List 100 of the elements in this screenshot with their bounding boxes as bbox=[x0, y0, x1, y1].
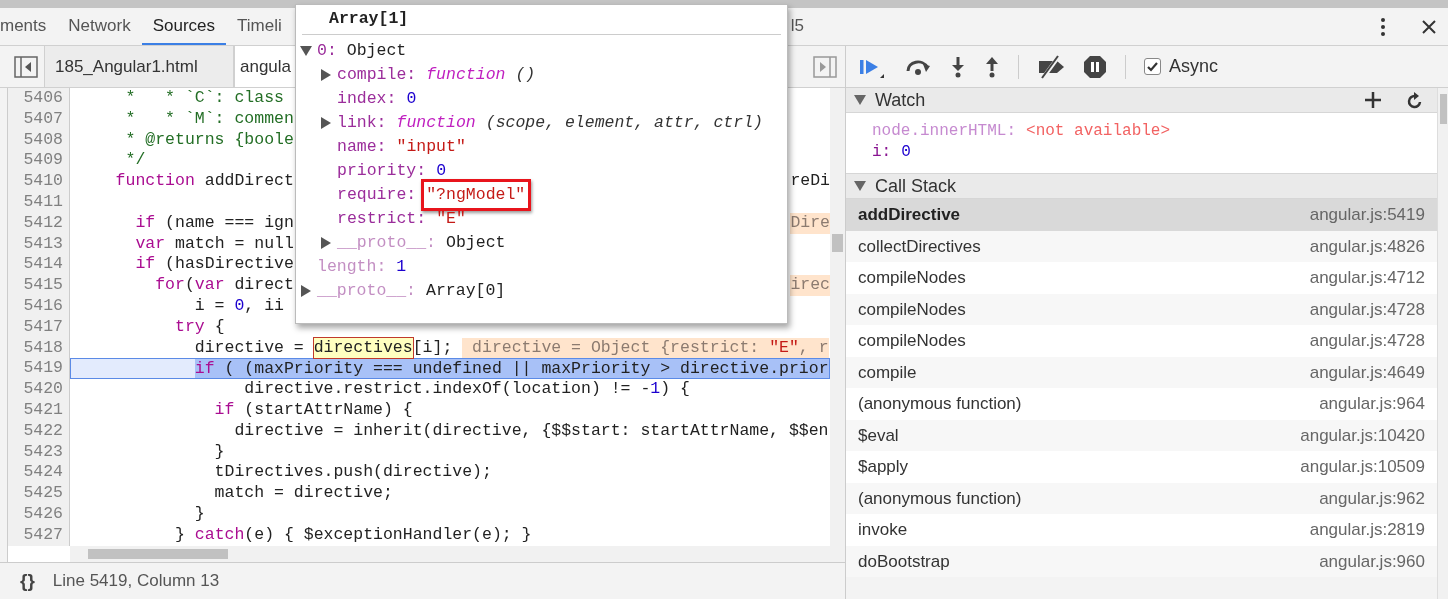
scrollbar-thumb[interactable] bbox=[88, 549, 228, 559]
scrollbar-thumb[interactable] bbox=[1440, 94, 1447, 124]
source-location: angular.js:960 bbox=[1319, 550, 1425, 573]
section-header[interactable]: Watch bbox=[846, 88, 1437, 113]
inline-value: irec bbox=[790, 275, 830, 296]
close-icon[interactable] bbox=[1422, 19, 1436, 34]
line-number: 5415 bbox=[22, 275, 64, 296]
pause-on-exceptions-icon[interactable] bbox=[1083, 54, 1107, 79]
panel-tab[interactable]: Network bbox=[57, 8, 142, 45]
function-name: compileNodes bbox=[858, 267, 966, 289]
inline-value: directive = Object {restrict: "E", r bbox=[462, 337, 829, 359]
line-number: 5420 bbox=[22, 379, 64, 400]
collapse-arrow-icon[interactable] bbox=[300, 45, 312, 57]
code-text: directive.restrict.indexOf(location) != -1) { bbox=[243, 379, 690, 400]
line-number: 5424 bbox=[22, 462, 64, 484]
sidebar-toggle-icon[interactable] bbox=[813, 55, 837, 78]
source-location: angular.js:4712 bbox=[1309, 267, 1425, 289]
call-stack-frame[interactable]: $apply angular.js:10509 bbox=[846, 451, 1437, 483]
code-text: match = directive; bbox=[213, 483, 393, 504]
call-stack-frame[interactable]: addDirective angular.js:5419 bbox=[846, 199, 1437, 231]
step-out-icon[interactable] bbox=[984, 55, 1000, 78]
add-icon[interactable] bbox=[1365, 92, 1381, 108]
line-number: 5418 bbox=[22, 337, 64, 359]
function-name: compileNodes bbox=[858, 330, 966, 352]
line-number: 5416 bbox=[22, 295, 64, 317]
section-header[interactable]: Call Stack bbox=[846, 174, 1437, 199]
call-stack-frame[interactable]: (anonymous function) angular.js:964 bbox=[846, 388, 1437, 420]
function-name: doBootstrap bbox=[858, 550, 950, 573]
function-name: (anonymous function) bbox=[858, 393, 1022, 415]
code-text: reDi bbox=[790, 171, 830, 192]
code-text: * * `M`: commen bbox=[124, 108, 294, 130]
more-options-icon[interactable] bbox=[1380, 16, 1386, 37]
call-stack-frame[interactable]: compileNodes angular.js:4712 bbox=[846, 262, 1437, 294]
call-stack-frame[interactable]: $eval angular.js:10420 bbox=[846, 419, 1437, 451]
source-location: angular.js:4728 bbox=[1309, 298, 1425, 321]
collapse-arrow-icon[interactable] bbox=[854, 180, 866, 192]
expand-arrow-icon[interactable] bbox=[320, 237, 332, 249]
property-value: function (scope, element, attr, ctrl) bbox=[396, 112, 763, 132]
call-stack-frame[interactable]: invoke angular.js:2819 bbox=[846, 514, 1437, 546]
watched-expression: directives bbox=[313, 337, 413, 359]
code-text: [i]; bbox=[412, 337, 454, 359]
property-value: 0 bbox=[436, 160, 447, 180]
line-number: 5407 bbox=[22, 108, 64, 130]
pretty-print-button[interactable]: {} bbox=[20, 566, 35, 596]
property-key: 0: bbox=[317, 38, 337, 64]
call-stack-frame[interactable]: compile angular.js:4649 bbox=[846, 356, 1437, 388]
horizontal-scrollbar[interactable] bbox=[70, 546, 845, 562]
source-location: angular.js:2819 bbox=[1309, 519, 1425, 541]
step-into-icon[interactable] bbox=[950, 55, 966, 78]
code-text: i = 0, ii bbox=[193, 295, 284, 317]
code-text: if (startAttrName) { bbox=[213, 399, 413, 421]
section-title: Watch bbox=[875, 88, 926, 112]
function-name: (anonymous function) bbox=[858, 487, 1022, 510]
source-location: angular.js:5419 bbox=[1309, 204, 1425, 226]
call-stack-frame[interactable]: compileNodes angular.js:4728 bbox=[846, 293, 1437, 325]
property-key: priority: bbox=[337, 158, 427, 184]
property-key: index: bbox=[337, 86, 397, 112]
function-name: addDirective bbox=[858, 204, 961, 226]
expand-arrow-icon[interactable] bbox=[320, 69, 332, 81]
panel-tab[interactable]: Timeli bbox=[226, 8, 293, 45]
call-stack-frame[interactable]: collectDirectives angular.js:4826 bbox=[846, 230, 1437, 262]
scrollbar-thumb[interactable] bbox=[832, 234, 843, 252]
refresh-icon[interactable] bbox=[1407, 91, 1423, 109]
collapse-arrow-icon[interactable] bbox=[854, 94, 866, 106]
property-key: require: bbox=[337, 182, 417, 208]
code-text: if ( (maxPriority === undefined || maxPriority > directive.prior bbox=[193, 359, 829, 379]
property-value: 0 bbox=[406, 88, 417, 108]
source-location: angular.js:4826 bbox=[1309, 235, 1425, 258]
expand-arrow-icon[interactable] bbox=[300, 285, 312, 297]
watch-value: 0 bbox=[901, 141, 911, 163]
call-stack-frame[interactable]: (anonymous function) angular.js:962 bbox=[846, 482, 1437, 514]
code-text: function addDirect bbox=[114, 171, 294, 192]
line-number: 5426 bbox=[22, 503, 64, 525]
source-location: angular.js:4728 bbox=[1309, 330, 1425, 352]
popover-title: Array[1] bbox=[329, 8, 409, 31]
file-tab[interactable]: angula bbox=[234, 46, 298, 87]
call-stack-frame[interactable]: doBootstrap angular.js:960 bbox=[846, 545, 1437, 577]
property-key: compile: bbox=[337, 62, 417, 88]
vertical-scrollbar[interactable] bbox=[830, 88, 845, 546]
code-text: } catch(e) { $exceptionHandler(e); } bbox=[174, 524, 532, 546]
call-stack-frame[interactable]: compileNodes angular.js:4728 bbox=[846, 325, 1437, 357]
vertical-scrollbar[interactable] bbox=[1437, 88, 1448, 599]
file-tab[interactable]: 185_Angular1.html bbox=[44, 46, 234, 87]
property-value: function () bbox=[426, 64, 536, 84]
function-name: invoke bbox=[858, 519, 908, 541]
sidebar-toggle-icon[interactable] bbox=[14, 55, 38, 78]
line-number: 5423 bbox=[22, 441, 64, 463]
panel-tab[interactable]: l5 bbox=[788, 8, 804, 45]
property-key: link: bbox=[337, 110, 387, 136]
function-name: compileNodes bbox=[858, 298, 966, 321]
panel-tab[interactable]: ments bbox=[0, 8, 58, 45]
code-text: } bbox=[213, 441, 225, 463]
code-text: * * `C`: class bbox=[124, 88, 284, 109]
expand-arrow-icon[interactable] bbox=[320, 117, 332, 129]
async-checkbox[interactable] bbox=[1144, 58, 1161, 75]
source-location: angular.js:4649 bbox=[1309, 361, 1425, 384]
source-location: angular.js:964 bbox=[1319, 393, 1425, 415]
deactivate-breakpoints-icon[interactable] bbox=[1037, 54, 1065, 79]
property-key: __proto__: bbox=[337, 230, 437, 256]
code-text: * @returns {boole bbox=[124, 129, 294, 151]
